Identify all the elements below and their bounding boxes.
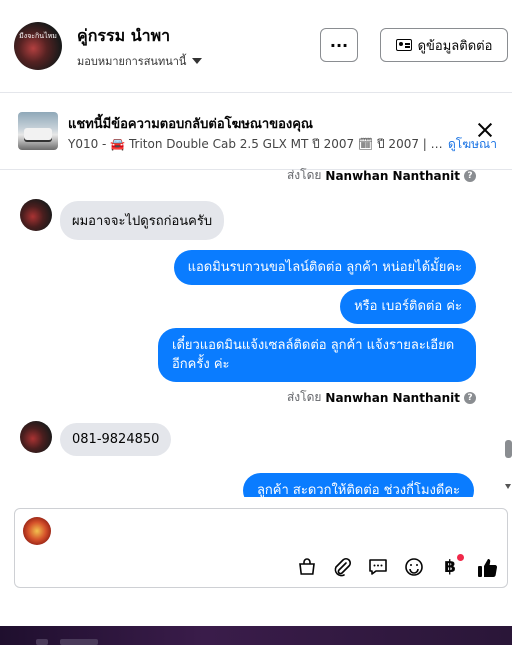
- emoji-icon[interactable]: [404, 557, 424, 577]
- outgoing-message: แอดมินรบกวนขอไลน์ติดต่อ ลูกค้า หน่อยได้ม…: [173, 250, 476, 285]
- help-icon[interactable]: ?: [464, 391, 476, 404]
- contact-avatar[interactable]: มีงจะกินไหม: [14, 22, 62, 70]
- taskbar-app-button[interactable]: [60, 639, 98, 645]
- incoming-message: ผมอาจจะไปดูรถก่อนครับ: [60, 201, 225, 240]
- ad-banner-title: แชทนี้มีข้อความตอบกลับต่อโฆษณาของคุณ: [68, 117, 313, 132]
- assign-conversation-dropdown[interactable]: มอบหมายการสนทนานี้: [77, 52, 203, 70]
- sent-by-prefix: ส่งโดย: [286, 390, 322, 404]
- saved-reply-icon[interactable]: [368, 557, 388, 577]
- incoming-message: 081-9824850: [60, 423, 172, 456]
- notification-dot: [457, 554, 464, 561]
- sender-name: Nanwhan Nanthanit: [325, 168, 460, 183]
- chat-window: มีงจะกินไหม คู่กรรม นำพา มอบหมายการสนทนา…: [0, 0, 512, 604]
- message-composer[interactable]: ฿: [14, 508, 508, 588]
- assign-label: มอบหมายการสนทนานี้: [77, 55, 187, 68]
- view-contact-info-button[interactable]: ดูข้อมูลติดต่อ: [380, 28, 508, 62]
- contact-card-icon: [395, 39, 412, 51]
- message-clip: ลูกค้า สะดวกให้ติดต่อ ช่วงกี่โมงดีคะ: [0, 470, 505, 497]
- contact-avatar-small[interactable]: [20, 199, 52, 231]
- conversation-header: มีงจะกินไหม คู่กรรม นำพา มอบหมายการสนทนา…: [0, 0, 512, 93]
- page-avatar[interactable]: [23, 517, 51, 545]
- scroll-down-icon[interactable]: [505, 484, 511, 489]
- ad-reply-banner: แชทนี้มีข้อความตอบกลับต่อโฆษณาของคุณ Y01…: [0, 93, 512, 170]
- contact-name[interactable]: คู่กรรม นำพา: [77, 24, 170, 49]
- contact-avatar-small[interactable]: [20, 421, 52, 453]
- os-taskbar: [0, 626, 512, 645]
- view-contact-info-label: ดูข้อมูลติดต่อ: [417, 38, 493, 54]
- outgoing-message: ลูกค้า สะดวกให้ติดต่อ ช่วงกี่โมงดีคะ: [242, 473, 474, 497]
- outgoing-message: เดี๋ยวแอดมินแจ้งเซลล์ติดต่อ ลูกค้า แจ้งร…: [158, 328, 476, 382]
- shopping-bag-icon[interactable]: [297, 557, 317, 577]
- ad-banner-subtitle: Y010 - 🚘 Triton Double Cab 2.5 GLX MT ปี…: [68, 137, 444, 151]
- sent-by-prefix: ส่งโดย: [286, 168, 322, 182]
- outgoing-message: หรือ เบอร์ติดต่อ ค่ะ: [340, 289, 476, 324]
- car-image: [24, 128, 52, 140]
- close-icon[interactable]: [476, 121, 494, 139]
- help-icon[interactable]: ?: [464, 169, 476, 182]
- attachment-icon[interactable]: [332, 557, 352, 577]
- more-options-button[interactable]: ···: [320, 28, 358, 62]
- sender-name: Nanwhan Nanthanit: [325, 390, 460, 405]
- sent-by-label: ส่งโดย Nanwhan Nanthanit ?: [287, 388, 476, 407]
- caret-down-icon: [192, 58, 203, 64]
- taskbar-search-icon[interactable]: [36, 639, 48, 645]
- avatar-caption: มีงจะกินไหม: [19, 32, 57, 40]
- ad-thumbnail[interactable]: [18, 112, 58, 150]
- like-icon[interactable]: [476, 557, 498, 578]
- scrollbar-thumb[interactable]: [505, 440, 512, 458]
- sent-by-label: ส่งโดย Nanwhan Nanthanit ?: [287, 166, 476, 185]
- baht-payment-icon[interactable]: ฿: [440, 557, 460, 577]
